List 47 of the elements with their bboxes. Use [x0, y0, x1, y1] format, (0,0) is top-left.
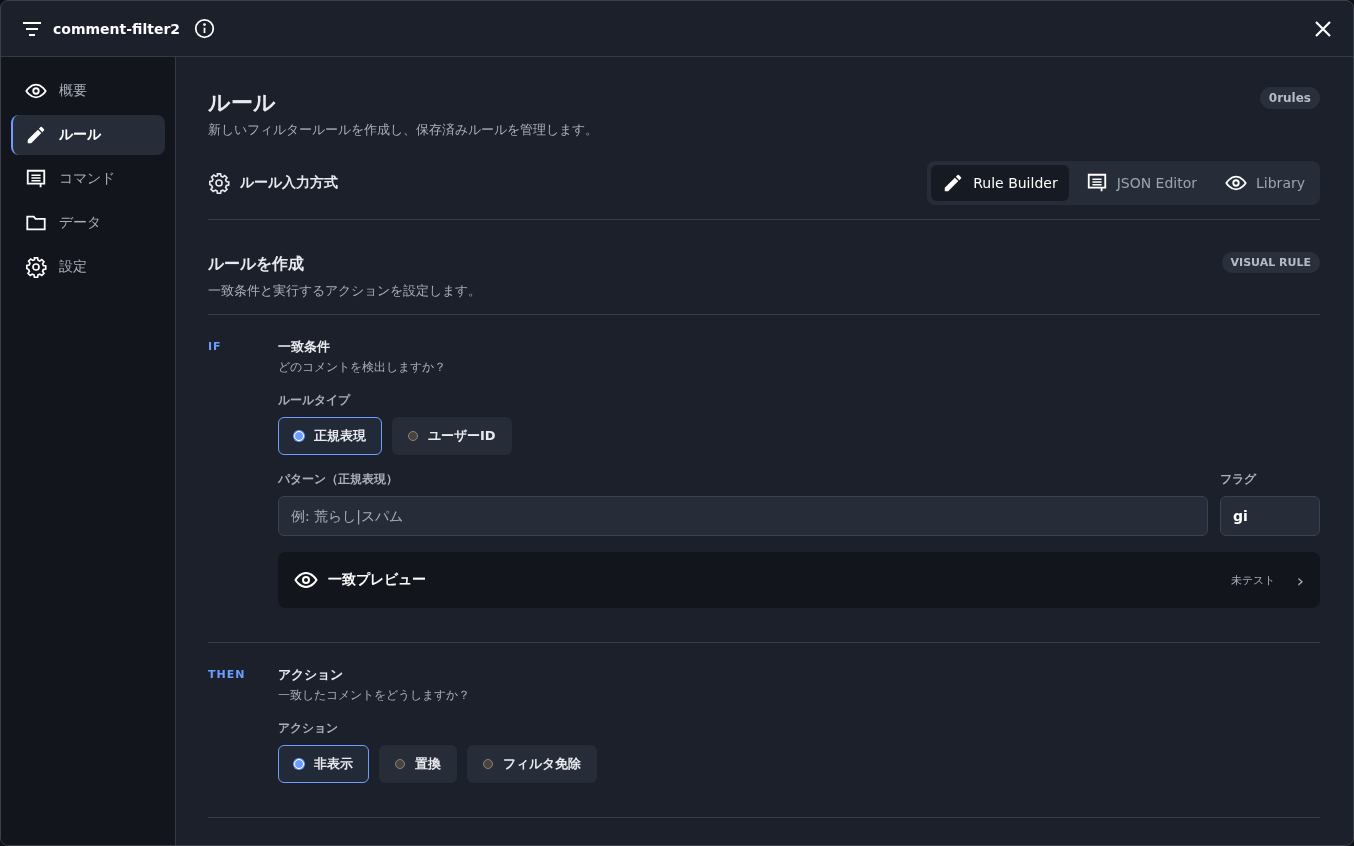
info-icon[interactable]: [194, 18, 216, 39]
radio-option[interactable]: 正規表現: [278, 417, 382, 455]
mode-tab[interactable]: Library: [1214, 165, 1316, 201]
radio-option[interactable]: フィルタ免除: [467, 745, 597, 783]
step-subtitle: どのコメントを検出しますか？: [278, 359, 447, 376]
section-label: ルール入力方式: [240, 174, 338, 192]
radio-icon: [294, 759, 304, 769]
radio-option[interactable]: 置換: [379, 745, 457, 783]
step-title: 一致条件: [278, 338, 331, 356]
mode-tab[interactable]: Rule Builder: [931, 165, 1069, 201]
radio-option[interactable]: 非表示: [278, 745, 369, 783]
mode-tab[interactable]: JSON Editor: [1074, 165, 1209, 201]
flags-field[interactable]: gi: [1220, 496, 1320, 536]
radio-icon: [483, 759, 493, 769]
step-subtitle: 一致したコメントをどうしますか？: [278, 687, 471, 704]
gear-icon: [208, 172, 230, 194]
window-title: comment-filter2: [53, 20, 181, 37]
radio-option[interactable]: ユーザーID: [392, 417, 512, 455]
close-icon[interactable]: [1315, 20, 1331, 37]
rule-type-badge: VISUAL RULE: [1221, 252, 1320, 273]
comment-icon: [25, 168, 47, 190]
radio-icon: [408, 431, 418, 441]
step-tag: IF: [208, 337, 278, 608]
filter-icon[interactable]: [23, 21, 41, 36]
radio-icon: [294, 431, 304, 441]
preview-panel[interactable]: 一致プレビュー 未テスト ›: [278, 552, 1320, 608]
page-subtitle: 新しいフィルタールールを作成し、保存済みルールを管理します。: [208, 121, 598, 139]
field-label: アクション: [278, 720, 339, 737]
sidebar-item[interactable]: コマンド: [11, 159, 165, 199]
section-subtitle: 一致条件と実行するアクションを設定します。: [208, 282, 481, 300]
pattern-field[interactable]: 例: 荒らし|スパム: [278, 496, 1208, 536]
rule-count-badge: 0rules: [1259, 87, 1320, 109]
field-label: フラグ: [1220, 471, 1258, 488]
gear-icon: [25, 256, 47, 278]
radio-icon: [395, 759, 405, 769]
step-tag: THEN: [208, 665, 278, 783]
comment-icon: [1085, 172, 1108, 194]
sidebar-item[interactable]: 設定: [11, 247, 165, 287]
pencil-icon: [25, 124, 47, 146]
page-title: ルール: [208, 89, 277, 117]
sidebar-item[interactable]: データ: [11, 203, 165, 243]
sidebar-item[interactable]: 概要: [11, 71, 165, 111]
section-title: ルールを作成: [208, 253, 305, 275]
field-label: パターン（正規表現）: [278, 471, 399, 488]
sidebar-item[interactable]: ルール: [11, 115, 165, 155]
step-title: アクション: [278, 666, 344, 684]
field-label: ルールタイプ: [278, 392, 352, 409]
